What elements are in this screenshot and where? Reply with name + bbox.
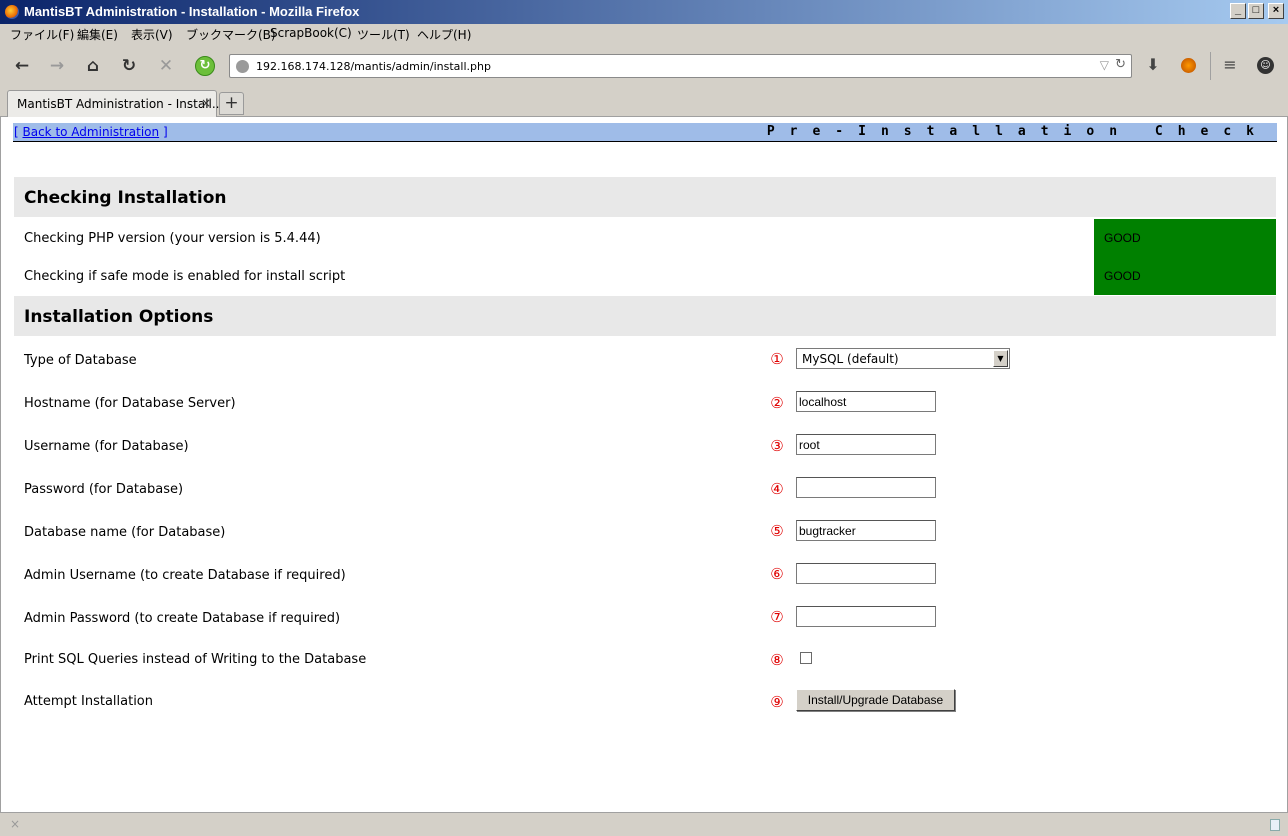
database-name-input[interactable] <box>796 520 936 541</box>
tab-mantis-install[interactable]: MantisBT Administration - Install... × <box>7 90 223 117</box>
marker-7: ⑦ <box>770 608 784 626</box>
reload-icon[interactable]: ↻ <box>119 56 139 76</box>
resize-grip-icon[interactable] <box>1270 819 1280 831</box>
globe-icon <box>236 60 249 73</box>
admin-username-label: Admin Username (to create Database if re… <box>24 568 346 583</box>
bracket-open: [ <box>14 125 23 139</box>
attempt-installation-label: Attempt Installation <box>24 694 154 709</box>
close-button[interactable]: × <box>1268 3 1284 19</box>
menu-view[interactable]: 表示(V) <box>131 26 173 43</box>
section-title: Checking Installation <box>24 188 227 208</box>
print-sql-checkbox[interactable] <box>800 652 812 664</box>
stop-icon[interactable]: ✕ <box>156 56 176 76</box>
username-input[interactable] <box>796 434 936 455</box>
status-text: GOOD <box>1104 269 1141 283</box>
firefox-icon <box>5 5 19 19</box>
marker-6: ⑥ <box>770 565 784 583</box>
db-type-value: MySQL (default) <box>802 352 899 366</box>
back-to-administration-link[interactable]: Back to Administration <box>23 125 160 139</box>
db-type-select[interactable]: MySQL (default) ▼ <box>796 348 1010 369</box>
menu-bar: ファイル(F) 編集(E) 表示(V) ブックマーク(B) ScrapBook(… <box>0 24 1288 43</box>
marker-3: ③ <box>770 437 784 455</box>
url-dropdown-icon[interactable]: ▽ <box>1100 58 1109 72</box>
page-content: [ Back to Administration ] Pre-Installat… <box>0 117 1288 812</box>
section-title: Installation Options <box>24 307 214 327</box>
database-name-label: Database name (for Database) <box>24 525 226 540</box>
marker-2: ② <box>770 394 784 412</box>
status-text: GOOD <box>1104 231 1141 245</box>
hostname-input[interactable] <box>796 391 936 412</box>
marker-5: ⑤ <box>770 522 784 540</box>
sync-icon[interactable]: ↻ <box>195 56 215 76</box>
maximize-button[interactable]: □ <box>1248 3 1264 19</box>
menu-icon[interactable]: ≡ <box>1220 55 1240 75</box>
tab-strip: MantisBT Administration - Install... × + <box>0 89 1288 117</box>
page-title: Pre-Installation Check <box>766 124 1269 139</box>
admin-nav-bar: [ Back to Administration ] Pre-Installat… <box>13 123 1277 142</box>
toolbar-separator <box>1210 52 1211 80</box>
marker-4: ④ <box>770 480 784 498</box>
check-safe-mode-label: Checking if safe mode is enabled for ins… <box>24 269 346 284</box>
db-type-label: Type of Database <box>24 353 137 368</box>
navigation-toolbar: ← → ⌂ ↻ ✕ ↻ 192.168.174.128/mantis/admin… <box>0 43 1288 89</box>
window-title-bar: MantisBT Administration - Installation -… <box>0 0 1288 24</box>
menu-scrapbook[interactable]: ScrapBook(C) <box>270 26 352 40</box>
download-icon[interactable]: ⬇ <box>1143 55 1163 75</box>
bracket-close: ] <box>159 125 168 139</box>
admin-password-label: Admin Password (to create Database if re… <box>24 611 341 626</box>
home-icon[interactable]: ⌂ <box>83 56 103 76</box>
admin-password-input[interactable] <box>796 606 936 627</box>
section-installation-options: Installation Options <box>14 296 1276 336</box>
status-badge: GOOD <box>1094 257 1276 295</box>
status-badge: GOOD <box>1094 219 1276 257</box>
scrapbook-icon[interactable] <box>1181 58 1196 73</box>
username-label: Username (for Database) <box>24 439 189 454</box>
menu-bookmarks[interactable]: ブックマーク(B) <box>186 26 276 43</box>
minimize-button[interactable]: _ <box>1230 3 1246 19</box>
account-icon[interactable]: ☺ <box>1257 57 1274 74</box>
close-icon[interactable]: × <box>10 817 20 831</box>
forward-icon[interactable]: → <box>47 56 67 76</box>
tab-close-icon[interactable]: × <box>201 96 211 110</box>
password-label: Password (for Database) <box>24 482 184 497</box>
marker-1: ① <box>770 350 784 368</box>
url-text[interactable]: 192.168.174.128/mantis/admin/install.php <box>256 60 491 73</box>
url-bar[interactable]: 192.168.174.128/mantis/admin/install.php… <box>229 54 1132 78</box>
menu-edit[interactable]: 編集(E) <box>77 26 118 43</box>
menu-tools[interactable]: ツール(T) <box>357 26 410 43</box>
new-tab-button[interactable]: + <box>219 92 244 115</box>
window-title: MantisBT Administration - Installation -… <box>24 4 360 19</box>
install-upgrade-database-button[interactable]: Install/Upgrade Database <box>796 689 955 711</box>
print-sql-label: Print SQL Queries instead of Writing to … <box>24 652 367 667</box>
chevron-down-icon[interactable]: ▼ <box>993 350 1008 367</box>
back-icon[interactable]: ← <box>12 56 32 76</box>
tab-label: MantisBT Administration - Install... <box>17 97 224 111</box>
back-link-wrapper: [ Back to Administration ] <box>14 125 168 139</box>
status-bar: × <box>0 812 1288 836</box>
check-php-version-label: Checking PHP version (your version is 5.… <box>24 231 321 246</box>
marker-9: ⑨ <box>770 693 784 711</box>
section-checking-installation: Checking Installation <box>14 177 1276 217</box>
menu-file[interactable]: ファイル(F) <box>10 26 74 43</box>
password-input[interactable] <box>796 477 936 498</box>
url-reload-icon[interactable]: ↻ <box>1115 57 1126 72</box>
marker-8: ⑧ <box>770 651 784 669</box>
admin-username-input[interactable] <box>796 563 936 584</box>
menu-help[interactable]: ヘルプ(H) <box>417 26 471 43</box>
window-controls: _ □ × <box>1230 3 1284 19</box>
hostname-label: Hostname (for Database Server) <box>24 396 236 411</box>
